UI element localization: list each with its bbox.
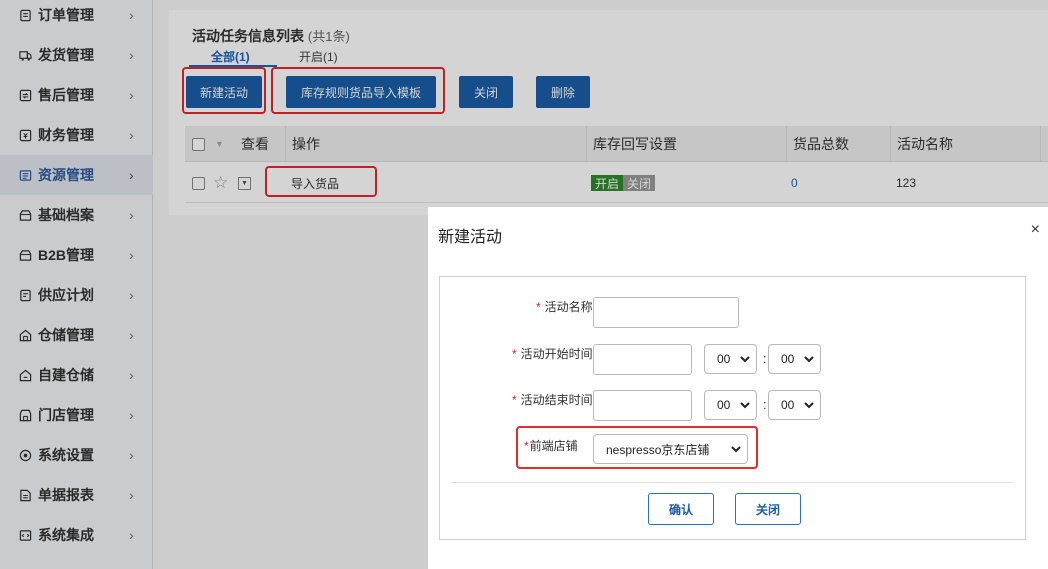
end-hour-select[interactable]: 00	[704, 390, 757, 420]
chevron-down-icon	[740, 356, 750, 363]
cancel-button[interactable]: 关闭	[735, 493, 801, 525]
time-colon: :	[763, 397, 767, 412]
start-hour-value: 00	[717, 352, 731, 366]
end-time-label-text: 活动结束时间:	[520, 393, 596, 407]
activity-name-label-text: 活动名称:	[544, 300, 596, 314]
chevron-down-icon	[740, 402, 750, 409]
end-time-label: * 活动结束时间:	[476, 391, 596, 408]
start-time-label-text: 活动开始时间:	[520, 347, 596, 361]
close-icon[interactable]: ×	[1031, 221, 1040, 239]
end-date-input[interactable]	[593, 390, 692, 421]
confirm-button[interactable]: 确认	[648, 493, 714, 525]
required-mark: *	[511, 347, 517, 361]
start-minute-value: 00	[781, 352, 795, 366]
form-container: * 活动名称: * 活动开始时间: 00 : 00 * 活动结束时间: 00 : 00	[439, 276, 1026, 540]
activity-name-label: * 活动名称:	[516, 298, 596, 315]
form-divider	[451, 482, 1014, 483]
highlight-front-shop	[516, 426, 758, 469]
start-hour-select[interactable]: 00	[704, 344, 757, 374]
dialog-title: 新建活动	[438, 229, 503, 246]
required-mark: *	[535, 300, 541, 314]
chevron-down-icon	[804, 402, 814, 409]
time-colon: :	[763, 351, 767, 366]
chevron-down-icon	[804, 356, 814, 363]
start-time-label: * 活动开始时间:	[476, 345, 596, 362]
required-mark: *	[511, 393, 517, 407]
new-activity-dialog: 新建活动 × * 活动名称: * 活动开始时间: 00 : 00 * 活动结束时间: …	[428, 207, 1048, 569]
activity-name-input[interactable]	[593, 297, 739, 328]
end-hour-value: 00	[717, 398, 731, 412]
start-date-input[interactable]	[593, 344, 692, 375]
start-minute-select[interactable]: 00	[768, 344, 821, 374]
end-minute-value: 00	[781, 398, 795, 412]
end-minute-select[interactable]: 00	[768, 390, 821, 420]
